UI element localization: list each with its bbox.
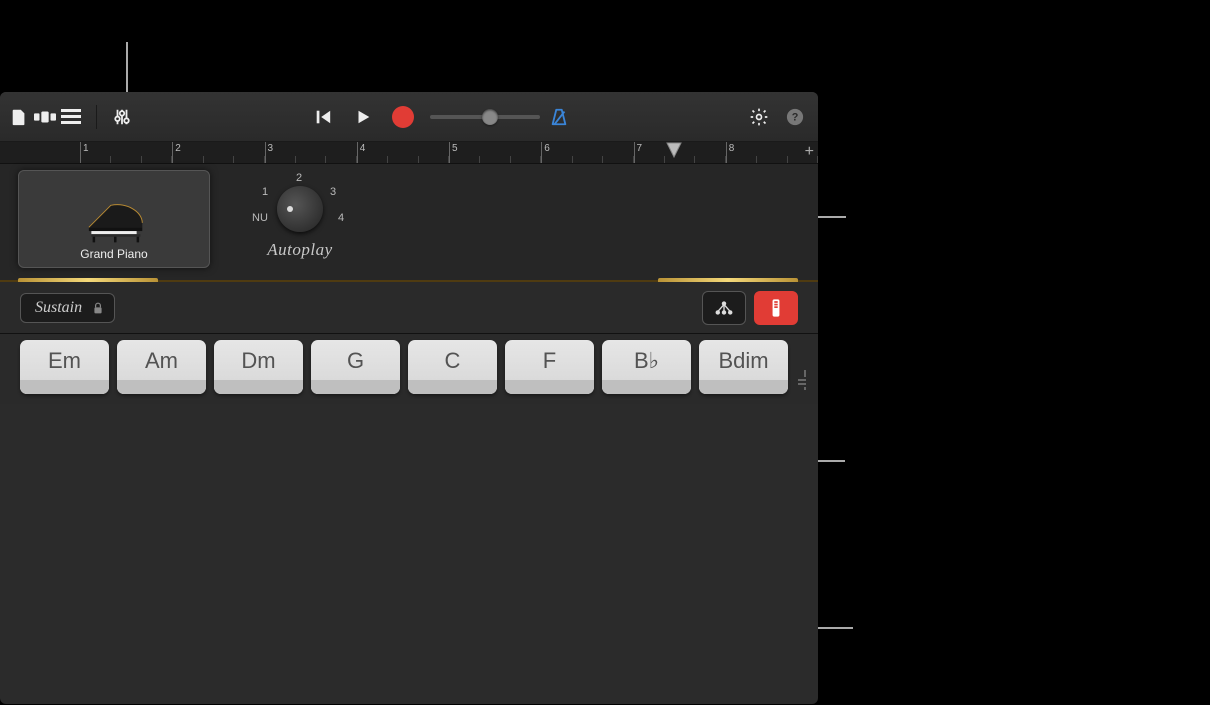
lock-icon: [92, 302, 104, 314]
ruler-measure: 1: [80, 142, 172, 163]
chord-strip[interactable]: Em: [20, 340, 109, 394]
chord-name-label: Am: [117, 340, 206, 380]
play-button[interactable]: [352, 106, 374, 128]
timeline-ruler[interactable]: 12345678 +: [0, 142, 818, 164]
go-to-start-button[interactable]: [312, 106, 334, 128]
chord-strip[interactable]: Am: [117, 340, 206, 394]
piano-icon: [78, 199, 150, 243]
chord-name-label: G: [311, 340, 400, 380]
autoplay-pos-3: 3: [330, 186, 336, 198]
settings-button[interactable]: [748, 106, 770, 128]
ruler-measure: 7: [634, 142, 726, 163]
chord-strip[interactable]: C: [408, 340, 497, 394]
sustain-label: Sustain: [35, 299, 82, 317]
chord-strip[interactable]: F: [505, 340, 594, 394]
chord-name-label: C: [408, 340, 497, 380]
instrument-tile[interactable]: Grand Piano: [18, 170, 210, 268]
add-section-button[interactable]: +: [805, 144, 814, 160]
keyboard-mode-button[interactable]: [754, 291, 798, 325]
master-volume-slider[interactable]: [430, 115, 540, 119]
chord-name-label: Em: [20, 340, 109, 380]
autoplay-control[interactable]: NU 1 2 3 4 Autoplay: [240, 170, 360, 280]
chord-name-label: Dm: [214, 340, 303, 380]
track-controls-button[interactable]: [111, 106, 133, 128]
sustain-button[interactable]: Sustain: [20, 293, 115, 323]
chord-name-label: F: [505, 340, 594, 380]
autoplay-pos-off: NU: [252, 212, 268, 224]
chord-name-label: Bdim: [699, 340, 788, 380]
autoplay-pos-1: 1: [262, 186, 268, 198]
chord-strip[interactable]: Dm: [214, 340, 303, 394]
svg-text:?: ?: [792, 111, 799, 123]
ruler-measure: 3: [265, 142, 357, 163]
control-bar: Sustain: [0, 282, 818, 334]
chord-strip[interactable]: B♭: [602, 340, 691, 394]
metronome-button[interactable]: [548, 106, 570, 128]
ruler-measure: 6: [541, 142, 633, 163]
ruler-measure: 5: [449, 142, 541, 163]
track-header-area: Grand Piano NU 1 2 3 4 Autoplay: [0, 164, 818, 282]
chord-strip[interactable]: Bdim: [699, 340, 788, 394]
ruler-measure: 4: [357, 142, 449, 163]
chord-strip-mode-button[interactable]: [702, 291, 746, 325]
chord-register-indicator: [798, 340, 806, 394]
autoplay-pos-4: 4: [338, 212, 344, 224]
my-songs-button[interactable]: [8, 106, 30, 128]
autoplay-pos-2: 2: [296, 172, 302, 184]
ruler-measure: 2: [172, 142, 264, 163]
instrument-name-label: Grand Piano: [80, 247, 147, 261]
record-button[interactable]: [392, 106, 414, 128]
chord-strip[interactable]: G: [311, 340, 400, 394]
toolbar: ?: [0, 92, 818, 142]
autoplay-knob[interactable]: [277, 186, 323, 232]
chord-strip-area: EmAmDmGCFB♭Bdim: [0, 334, 818, 404]
chord-name-label: B♭: [602, 340, 691, 380]
help-button[interactable]: ?: [784, 106, 806, 128]
tracks-view-button[interactable]: [60, 106, 82, 128]
autoplay-label: Autoplay: [267, 240, 332, 260]
instrument-browser-button[interactable]: [34, 106, 56, 128]
